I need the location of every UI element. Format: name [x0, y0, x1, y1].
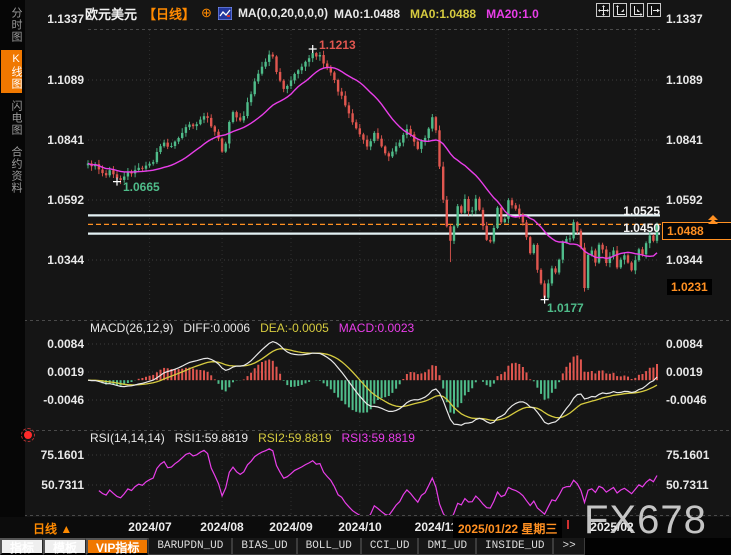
crosshair-date-box: 2025/01/22 星期三 — [453, 518, 562, 539]
toolbar-tab-inside_ud[interactable]: INSIDE_UD — [476, 538, 553, 555]
toolbar-tab-[interactable]: 指标 — [0, 538, 43, 555]
chart-canvas[interactable] — [0, 0, 731, 555]
xaxis-row: 日线 ▲ 2024/07 2024/08 2024/09 2024/10 2024/11… — [0, 517, 731, 538]
expand-icon[interactable]: ⊕ — [201, 5, 212, 21]
ma-value-1: MA0:1.0488 — [410, 7, 476, 21]
trading-app-window: 分时图 K线图闪电图合约资料 欧元美元 【日线】 ⊕ MA(0,0,20,0,0,… — [0, 0, 731, 555]
macd-tick-right: 0.0019 — [666, 365, 703, 379]
toolbar-tab-dmi_ud[interactable]: DMI_UD — [418, 538, 476, 555]
xaxis-last-date: 2025/02 — [590, 520, 633, 534]
sidebar-tab-0[interactable]: 分时图 — [1, 4, 22, 46]
rsi3-value: RSI3:59.8819 — [342, 431, 415, 445]
ma-values: MA0:1.0488 MA0:1.0488 MA20:1.0 — [334, 6, 549, 21]
ma-value-2: MA20:1.0 — [486, 7, 539, 21]
ma-value-0: MA0:1.0488 — [334, 7, 400, 21]
toolbar-tab-bias_ud[interactable]: BIAS_UD — [232, 538, 296, 555]
symbol-title: 欧元美元 — [85, 4, 137, 23]
macd-tick-left: 0.0084 — [26, 337, 84, 351]
lower-price-label: 1.0231 — [667, 279, 712, 295]
june-low-annotation: 1.0665 — [123, 180, 160, 194]
macd-tick-right: -0.0046 — [666, 393, 707, 407]
xaxis-date-202411: 2024/11 — [415, 520, 458, 534]
rsi-tick-right: 75.1601 — [666, 448, 709, 462]
rsi-panel-title: RSI(14,14,14) RSI1:59.8819 RSI2:59.8819 RSI… — [90, 431, 425, 445]
rsi-tick-left: 75.1601 — [26, 448, 84, 462]
macd-tick-right: 0.0084 — [666, 337, 703, 351]
sidebar-tab-2[interactable]: 闪电图 — [1, 97, 22, 139]
period-tag[interactable]: 【日线】 — [143, 4, 195, 23]
alarm-dot-icon[interactable] — [24, 431, 32, 439]
ma-settings-label: MA(0,0,20,0,0,0) — [238, 6, 328, 20]
xaxis-period-label[interactable]: 日线 ▲ — [33, 520, 72, 537]
toolbar-tab-vip[interactable]: VIP指标 — [86, 538, 148, 555]
rsi-settings-label: RSI(14,14,14) — [90, 431, 165, 445]
resistance-level-label: 1.0525 — [588, 204, 660, 218]
rsi2-value: RSI2:59.8819 — [258, 431, 331, 445]
macd-dea-value: DEA:-0.0005 — [260, 321, 329, 335]
high-annotation: 1.1213 — [319, 38, 356, 52]
toolbar-tab-boll_ud[interactable]: BOLL_UD — [297, 538, 361, 555]
xaxis-date-202408: 2024/08 — [200, 520, 243, 534]
xaxis-date-202407: 2024/07 — [128, 520, 171, 534]
sidebar-tab-1[interactable]: K线图 — [1, 50, 22, 93]
macd-tick-left: 0.0019 — [26, 365, 84, 379]
pan-right-icon[interactable] — [647, 3, 661, 17]
crosshair-tick — [567, 520, 569, 529]
rsi1-value: RSI1:59.8819 — [175, 431, 248, 445]
price-tick-left: 1.0841 — [26, 133, 84, 147]
price-tick-left: 1.1089 — [26, 73, 84, 87]
price-tick-left: 1.0344 — [26, 253, 84, 267]
xaxis-date-202410: 2024/10 — [338, 520, 381, 534]
price-tick-right: 1.0344 — [666, 253, 703, 267]
chart-tool-buttons — [596, 3, 661, 17]
toolbar-tab-cci_ud[interactable]: CCI_UD — [361, 538, 419, 555]
macd-hist-value: MACD:0.0023 — [339, 321, 414, 335]
macd-panel-title: MACD(26,12,9) DIFF:0.0006 DEA:-0.0005 MACD:… — [90, 321, 424, 335]
macd-settings-label: MACD(26,12,9) — [90, 321, 173, 335]
jan-low-annotation: 1.0177 — [547, 301, 584, 315]
price-tick-right: 1.0841 — [666, 133, 703, 147]
macd-diff-value: DIFF:0.0006 — [183, 321, 250, 335]
price-tick-right: 1.1089 — [666, 73, 703, 87]
price-tick-right: 1.0592 — [666, 193, 703, 207]
rsi-tick-left: 50.7311 — [26, 478, 84, 492]
toolbar-tab->>[interactable]: >> — [553, 538, 584, 555]
axis-zoom-out-icon[interactable] — [613, 3, 627, 17]
price-up-arrow-icon — [708, 215, 718, 223]
xaxis-date-202409: 2024/09 — [269, 520, 312, 534]
support-level-label: 1.0450 — [588, 221, 660, 235]
mini-chart-icon[interactable] — [218, 7, 232, 20]
price-tick-left: 1.0592 — [26, 193, 84, 207]
current-price-box[interactable]: 1.0488 — [662, 222, 731, 240]
sidebar-tab-3[interactable]: 合约资料 — [1, 143, 22, 197]
indicator-toolbar: 指标模板VIP指标BARUPDN_UDBIAS_UDBOLL_UDCCI_UDD… — [0, 538, 731, 555]
axis-zoom-in-icon[interactable] — [630, 3, 644, 17]
crosshair-move-icon[interactable] — [596, 3, 610, 17]
sidebar: 分时图 K线图闪电图合约资料 — [0, 0, 25, 517]
toolbar-tab-[interactable]: 模板 — [43, 538, 86, 555]
toolbar-tab-barupdn_ud[interactable]: BARUPDN_UD — [148, 538, 232, 555]
rsi-tick-right: 50.7311 — [666, 478, 709, 492]
macd-tick-left: -0.0046 — [26, 393, 84, 407]
